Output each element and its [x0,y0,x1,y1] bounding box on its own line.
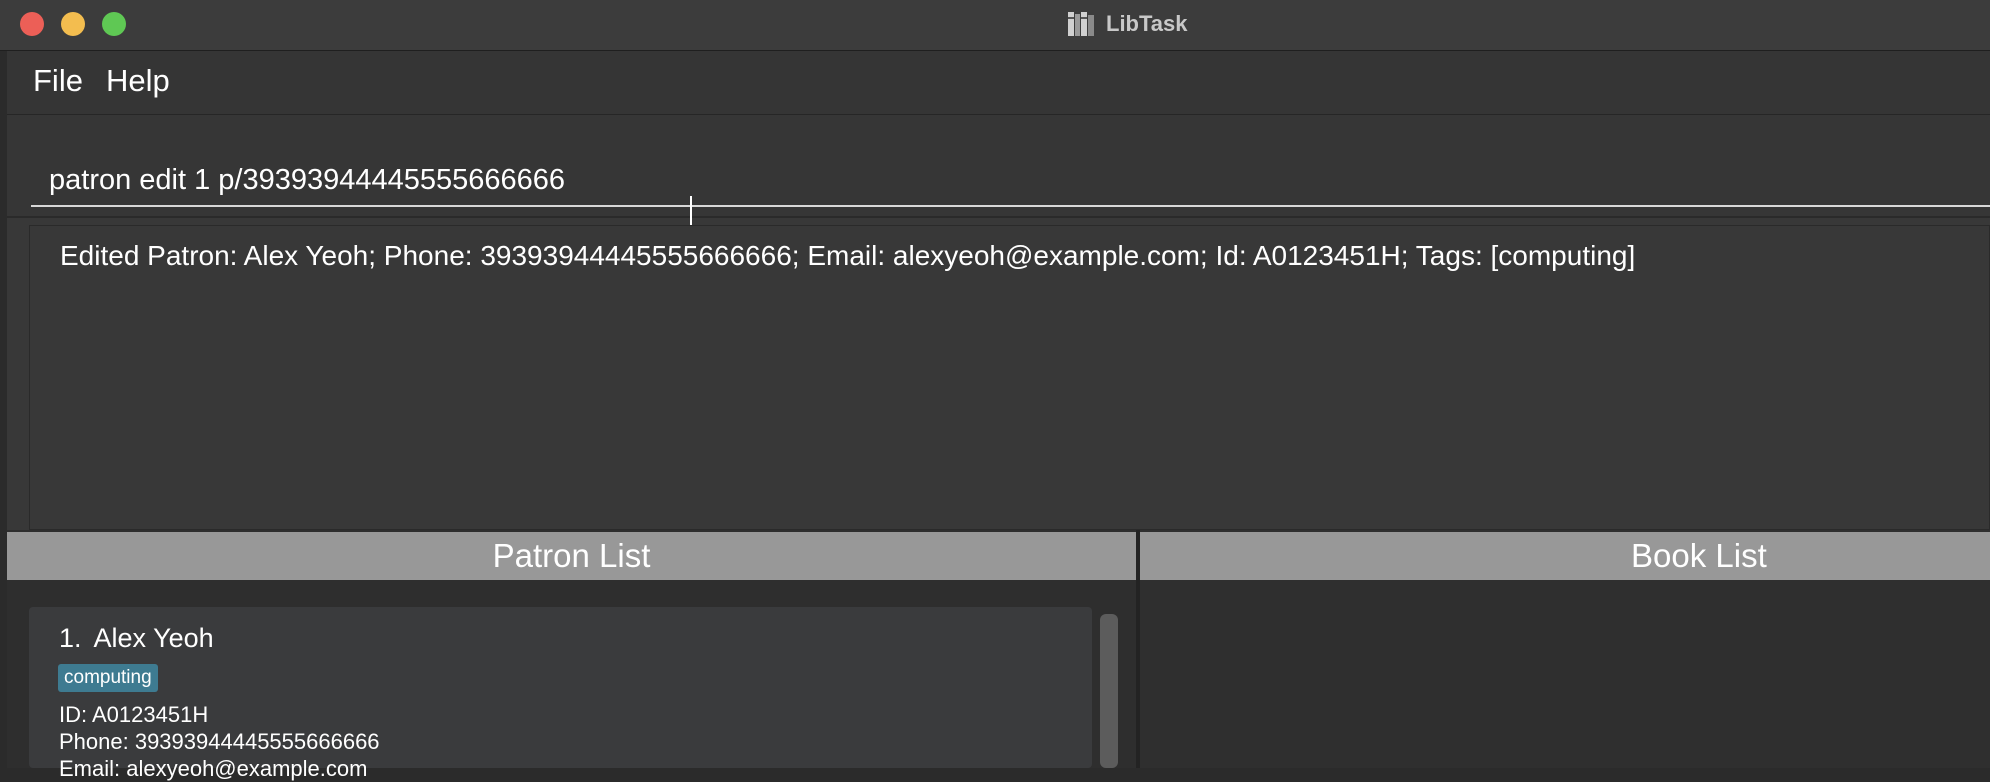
book-list-header: Book List [1140,532,1990,580]
menu-bar: File Help [7,51,1990,115]
patron-card-title: 1. Alex Yeoh [59,623,214,654]
command-input[interactable] [31,155,1990,207]
patron-name: Alex Yeoh [93,623,214,653]
patron-card[interactable]: 1. Alex Yeoh computing ID: A0123451H Phon… [29,607,1092,781]
patron-list-scrollbar[interactable] [1100,614,1118,768]
window-titlebar: LibTask [0,0,1990,51]
books-icon [1066,9,1096,39]
book-list-panel: Book List [1140,530,1990,768]
patron-tag: computing [58,664,158,692]
window-controls [20,12,126,36]
window-title-group: LibTask [1066,5,1188,43]
patron-index: 1. [59,623,82,653]
patron-email: Email: alexyeoh@example.com [59,756,368,781]
close-window-button[interactable] [20,12,44,36]
minimize-window-button[interactable] [61,12,85,36]
menu-help[interactable]: Help [102,63,174,99]
menu-file[interactable]: File [29,63,87,99]
patron-list-header: Patron List [7,532,1136,580]
list-panels: Patron List 1. Alex Yeoh computing ID: A0… [7,530,1990,781]
patron-id: ID: A0123451H [59,702,209,727]
window-title: LibTask [1106,11,1188,36]
patron-list-panel: Patron List 1. Alex Yeoh computing ID: A0… [7,530,1136,781]
app-window: File Help Edited Patron: Alex Yeoh; Phon… [7,51,1990,781]
result-display: Edited Patron: Alex Yeoh; Phone: 3939394… [29,225,1990,530]
command-box [7,115,1990,218]
patron-phone: Phone: 39393944445555666666 [59,729,380,754]
result-message: Edited Patron: Alex Yeoh; Phone: 3939394… [60,240,1636,271]
zoom-window-button[interactable] [102,12,126,36]
